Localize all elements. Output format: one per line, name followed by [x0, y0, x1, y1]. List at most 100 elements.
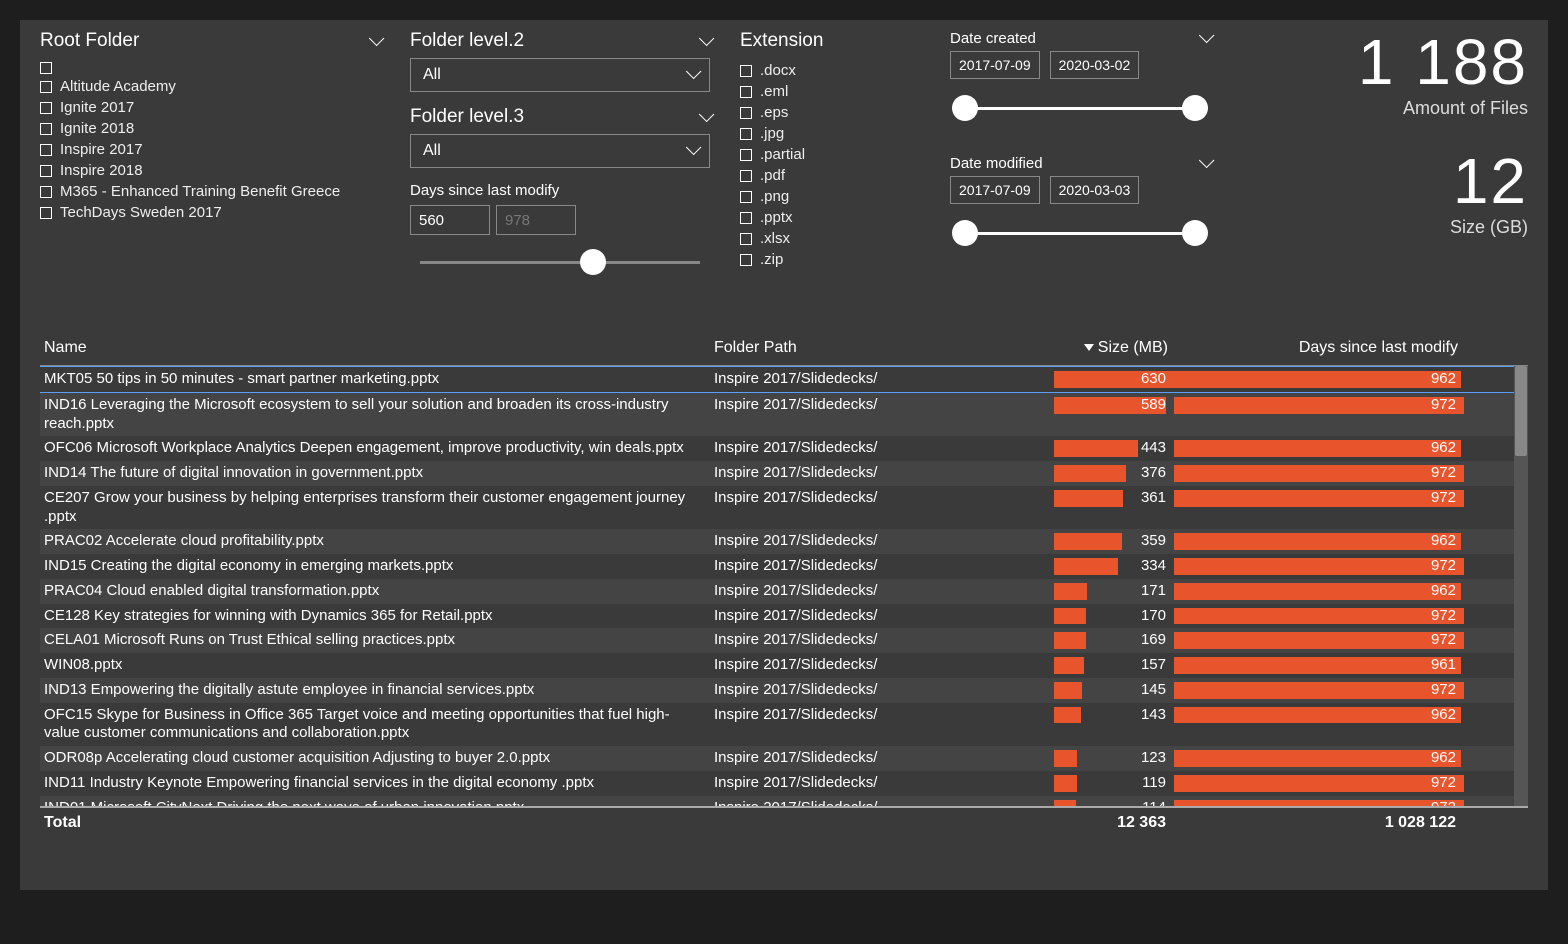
- slider-thumb[interactable]: [580, 249, 606, 275]
- date-created-slider[interactable]: [960, 95, 1200, 123]
- header-path[interactable]: Folder Path: [714, 339, 1054, 357]
- extension-item[interactable]: .docx: [740, 62, 920, 79]
- checkbox-icon: [740, 107, 752, 119]
- table-row[interactable]: ODR08p Accelerating cloud customer acqui…: [40, 746, 1528, 771]
- extension-item[interactable]: .jpg: [740, 125, 920, 142]
- date-modified-header[interactable]: Date modified: [950, 155, 1210, 172]
- root-folder-item[interactable]: M365 - Enhanced Training Benefit Greece: [40, 183, 380, 200]
- extension-item[interactable]: .zip: [740, 251, 920, 268]
- level3-header[interactable]: Folder level.3: [410, 106, 710, 128]
- extension-item[interactable]: .partial: [740, 146, 920, 163]
- root-folder-header[interactable]: Root Folder: [40, 30, 380, 52]
- header-days[interactable]: Days since last modify: [1174, 339, 1464, 357]
- root-folder-item[interactable]: Inspire 2018: [40, 162, 380, 179]
- cell-size-value: 359: [1054, 532, 1168, 551]
- root-folder-item-label: TechDays Sweden 2017: [60, 204, 222, 221]
- table-row[interactable]: CE207 Grow your business by helping ente…: [40, 486, 1528, 530]
- cell-name: MKT05 50 tips in 50 minutes - smart part…: [44, 370, 714, 389]
- table-row[interactable]: OFC15 Skype for Business in Office 365 T…: [40, 703, 1528, 747]
- table-row[interactable]: PRAC02 Accelerate cloud profitability.pp…: [40, 529, 1528, 554]
- cell-path: Inspire 2017/Slidedecks/: [714, 557, 1054, 576]
- extension-item-label: .png: [760, 188, 789, 205]
- dashboard: Root Folder Altitude Academy Ignite 2017 I…: [20, 20, 1548, 890]
- header-name[interactable]: Name: [44, 339, 714, 357]
- root-folder-item[interactable]: Altitude Academy: [40, 78, 380, 95]
- cell-size-value: 157: [1054, 656, 1168, 675]
- checkbox-icon: [740, 191, 752, 203]
- extension-item[interactable]: .xlsx: [740, 230, 920, 247]
- select-all-checkbox[interactable]: [40, 62, 380, 74]
- extension-item[interactable]: .eml: [740, 83, 920, 100]
- date-modified-range: 2017-07-09 2020-03-03: [950, 176, 1210, 204]
- date-created-to-input[interactable]: 2020-03-02: [1050, 51, 1140, 79]
- date-modified-from-input[interactable]: 2017-07-09: [950, 176, 1040, 204]
- days-modify-min-input[interactable]: 560: [410, 205, 490, 235]
- cell-path: Inspire 2017/Slidedecks/: [714, 370, 1054, 389]
- cell-size: 119: [1054, 774, 1174, 793]
- level2-dropdown[interactable]: All: [410, 58, 710, 92]
- slider-thumb-max[interactable]: [1182, 220, 1208, 246]
- date-modified-slider[interactable]: [960, 220, 1200, 248]
- extension-item[interactable]: .eps: [740, 104, 920, 121]
- table-row[interactable]: PRAC04 Cloud enabled digital transformat…: [40, 579, 1528, 604]
- level2-header[interactable]: Folder level.2: [410, 30, 710, 52]
- level3-dropdown[interactable]: All: [410, 134, 710, 168]
- extension-item-label: .eml: [760, 83, 788, 100]
- cell-path: Inspire 2017/Slidedecks/: [714, 631, 1054, 650]
- table-row[interactable]: IND01 Microsoft CityNext Driving the nex…: [40, 796, 1528, 807]
- cell-name: OFC06 Microsoft Workplace Analytics Deep…: [44, 439, 714, 458]
- root-folder-item[interactable]: Ignite 2018: [40, 120, 380, 137]
- cell-size: 443: [1054, 439, 1174, 458]
- slider-thumb-min[interactable]: [952, 95, 978, 121]
- extension-header[interactable]: Extension: [740, 30, 920, 52]
- cell-size-value: 334: [1054, 557, 1168, 576]
- days-modify-slider[interactable]: [420, 249, 700, 277]
- header-size-text: Size (MB): [1098, 339, 1168, 356]
- root-folder-item-label: Ignite 2018: [60, 120, 134, 137]
- extension-item-label: .pptx: [760, 209, 793, 226]
- cell-size-value: 630: [1054, 370, 1168, 389]
- date-created-header[interactable]: Date created: [950, 30, 1210, 47]
- scrollbar-thumb[interactable]: [1515, 366, 1527, 456]
- table-row[interactable]: OFC06 Microsoft Workplace Analytics Deep…: [40, 436, 1528, 461]
- root-folder-item-label: Inspire 2017: [60, 141, 143, 158]
- slider-thumb-min[interactable]: [952, 220, 978, 246]
- date-created-from-input[interactable]: 2017-07-09: [950, 51, 1040, 79]
- table-row[interactable]: MKT05 50 tips in 50 minutes - smart part…: [40, 366, 1528, 393]
- level3-title: Folder level.3: [410, 106, 524, 128]
- checkbox-icon: [740, 86, 752, 98]
- header-size[interactable]: Size (MB): [1054, 339, 1174, 357]
- table-row[interactable]: IND13 Empowering the digitally astute em…: [40, 678, 1528, 703]
- table-row[interactable]: IND14 The future of digital innovation i…: [40, 461, 1528, 486]
- extension-item[interactable]: .png: [740, 188, 920, 205]
- table-row[interactable]: IND11 Industry Keynote Empowering financ…: [40, 771, 1528, 796]
- cell-size-value: 114: [1054, 799, 1168, 807]
- table-row[interactable]: IND15 Creating the digital economy in em…: [40, 554, 1528, 579]
- kpi-size-label: Size (GB): [1240, 217, 1528, 238]
- extension-item-label: .zip: [760, 251, 783, 268]
- days-modify-max-input[interactable]: 978: [496, 205, 576, 235]
- cell-size: 145: [1054, 681, 1174, 700]
- root-folder-item[interactable]: Inspire 2017: [40, 141, 380, 158]
- table-row[interactable]: CELA01 Microsoft Runs on Trust Ethical s…: [40, 628, 1528, 653]
- root-folder-item-label: M365 - Enhanced Training Benefit Greece: [60, 183, 340, 200]
- table-row[interactable]: IND16 Leveraging the Microsoft ecosystem…: [40, 393, 1528, 437]
- root-folder-item[interactable]: TechDays Sweden 2017: [40, 204, 380, 221]
- slider-track: [420, 261, 700, 264]
- cell-size: 359: [1054, 532, 1174, 551]
- kpi-size-value: 12: [1240, 149, 1528, 213]
- scrollbar[interactable]: [1514, 366, 1528, 806]
- extension-item[interactable]: .pdf: [740, 167, 920, 184]
- extension-title: Extension: [740, 30, 823, 52]
- date-modified-to-input[interactable]: 2020-03-03: [1050, 176, 1140, 204]
- extension-item[interactable]: .pptx: [740, 209, 920, 226]
- table-row[interactable]: CE128 Key strategies for winning with Dy…: [40, 604, 1528, 629]
- table-row[interactable]: WIN08.pptxInspire 2017/Slidedecks/157961: [40, 653, 1528, 678]
- root-folder-item[interactable]: Ignite 2017: [40, 99, 380, 116]
- slider-thumb-max[interactable]: [1182, 95, 1208, 121]
- cell-path: Inspire 2017/Slidedecks/: [714, 656, 1054, 675]
- footer-total-size: 12 363: [1054, 814, 1174, 832]
- footer-total-label: Total: [44, 814, 714, 832]
- level2-value: All: [423, 66, 441, 84]
- root-folder-item-label: Inspire 2018: [60, 162, 143, 179]
